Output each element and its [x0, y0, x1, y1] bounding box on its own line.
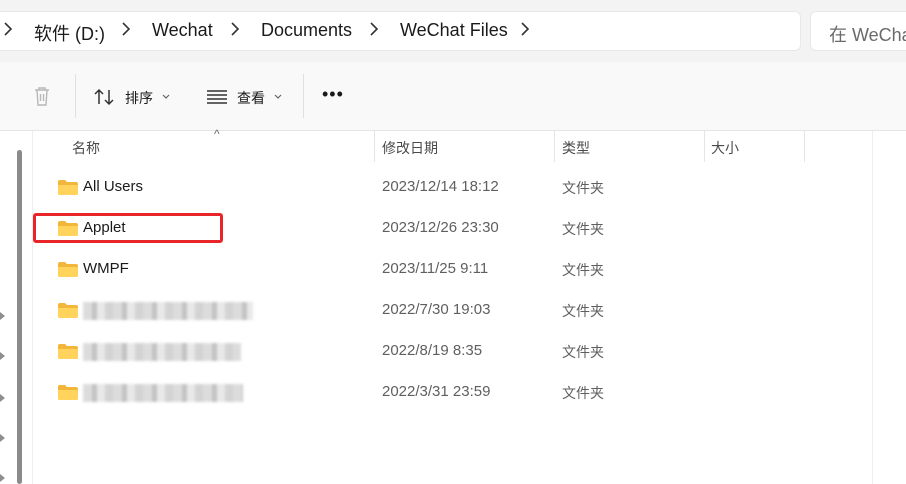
folder-icon [58, 262, 78, 277]
file-date: 2022/8/19 8:35 [382, 342, 483, 359]
toolbar-divider [75, 74, 76, 118]
view-list-icon[interactable] [206, 89, 228, 105]
redacted-file-name[interactable] [83, 384, 243, 402]
chevron-right-icon[interactable] [520, 21, 530, 37]
redacted-file-name[interactable] [83, 343, 241, 361]
command-bar: 排序 查看 ••• [0, 62, 906, 131]
breadcrumb-item-drive[interactable]: 软件 (D:) [34, 20, 105, 46]
redacted-file-name[interactable] [83, 302, 253, 320]
file-row[interactable]: WMPF 2023/11/25 9:11 文件夹 [46, 249, 872, 290]
file-name[interactable]: WMPF [83, 260, 129, 277]
column-divider[interactable] [374, 130, 375, 162]
chevron-down-icon[interactable] [274, 94, 282, 100]
expand-arrow-icon[interactable] [0, 474, 5, 482]
expand-arrow-icon[interactable] [0, 312, 5, 320]
folder-icon [58, 303, 78, 318]
toolbar-divider [303, 74, 304, 118]
column-divider[interactable] [554, 130, 555, 162]
view-button-label[interactable]: 查看 [237, 88, 265, 108]
file-row[interactable]: All Users 2023/12/14 18:12 文件夹 [46, 167, 872, 208]
chevron-right-icon[interactable] [230, 21, 240, 37]
search-input[interactable]: 在 WeChat [810, 11, 906, 51]
sort-ascending-icon: ^ [214, 127, 220, 141]
column-header-type[interactable]: 类型 [562, 138, 590, 158]
file-row[interactable]: 2022/8/19 8:35 文件夹 [46, 331, 872, 372]
file-row[interactable]: 2022/7/30 19:03 文件夹 [46, 290, 872, 331]
chevron-right-icon[interactable] [3, 21, 13, 37]
column-header-date[interactable]: 修改日期 [382, 138, 438, 158]
expand-arrow-icon[interactable] [0, 434, 5, 442]
file-date: 2022/3/31 23:59 [382, 383, 491, 400]
sort-icon[interactable] [94, 88, 116, 106]
file-type: 文件夹 [562, 344, 604, 360]
file-date: 2023/12/26 23:30 [382, 219, 499, 236]
column-header-size[interactable]: 大小 [711, 138, 739, 158]
file-name[interactable]: All Users [83, 178, 143, 195]
folder-icon [58, 385, 78, 400]
search-placeholder: 在 WeChat [829, 25, 906, 45]
file-date: 2023/12/14 18:12 [382, 178, 499, 195]
breadcrumb-item-wechat[interactable]: Wechat [152, 20, 213, 41]
sort-button-label[interactable]: 排序 [125, 88, 153, 108]
breadcrumb-item-documents[interactable]: Documents [261, 20, 352, 41]
chevron-down-icon[interactable] [162, 94, 170, 100]
expand-arrow-icon[interactable] [0, 394, 5, 402]
nav-scrollbar[interactable] [17, 150, 22, 484]
file-type: 文件夹 [562, 303, 604, 319]
file-type: 文件夹 [562, 221, 604, 237]
file-type: 文件夹 [562, 180, 604, 196]
more-options-button[interactable]: ••• [322, 84, 344, 105]
file-date: 2023/11/25 9:11 [382, 260, 489, 277]
column-divider[interactable] [804, 130, 805, 162]
file-type: 文件夹 [562, 262, 604, 278]
column-divider[interactable] [704, 130, 705, 162]
chevron-right-icon[interactable] [369, 21, 379, 37]
highlight-annotation [33, 213, 223, 243]
breadcrumb-item-wechat-files[interactable]: WeChat Files [400, 20, 508, 41]
folder-icon [58, 180, 78, 195]
file-type: 文件夹 [562, 385, 604, 401]
chevron-right-icon[interactable] [121, 21, 131, 37]
folder-icon [58, 344, 78, 359]
expand-arrow-icon[interactable] [0, 352, 5, 360]
delete-icon[interactable] [32, 85, 52, 107]
file-date: 2022/7/30 19:03 [382, 301, 491, 318]
address-bar-area: 软件 (D:) Wechat Documents WeChat Files 在 … [0, 0, 906, 62]
file-row[interactable]: 2022/3/31 23:59 文件夹 [46, 372, 872, 413]
column-header-name[interactable]: 名称 [72, 138, 100, 158]
pane-divider [872, 131, 873, 484]
